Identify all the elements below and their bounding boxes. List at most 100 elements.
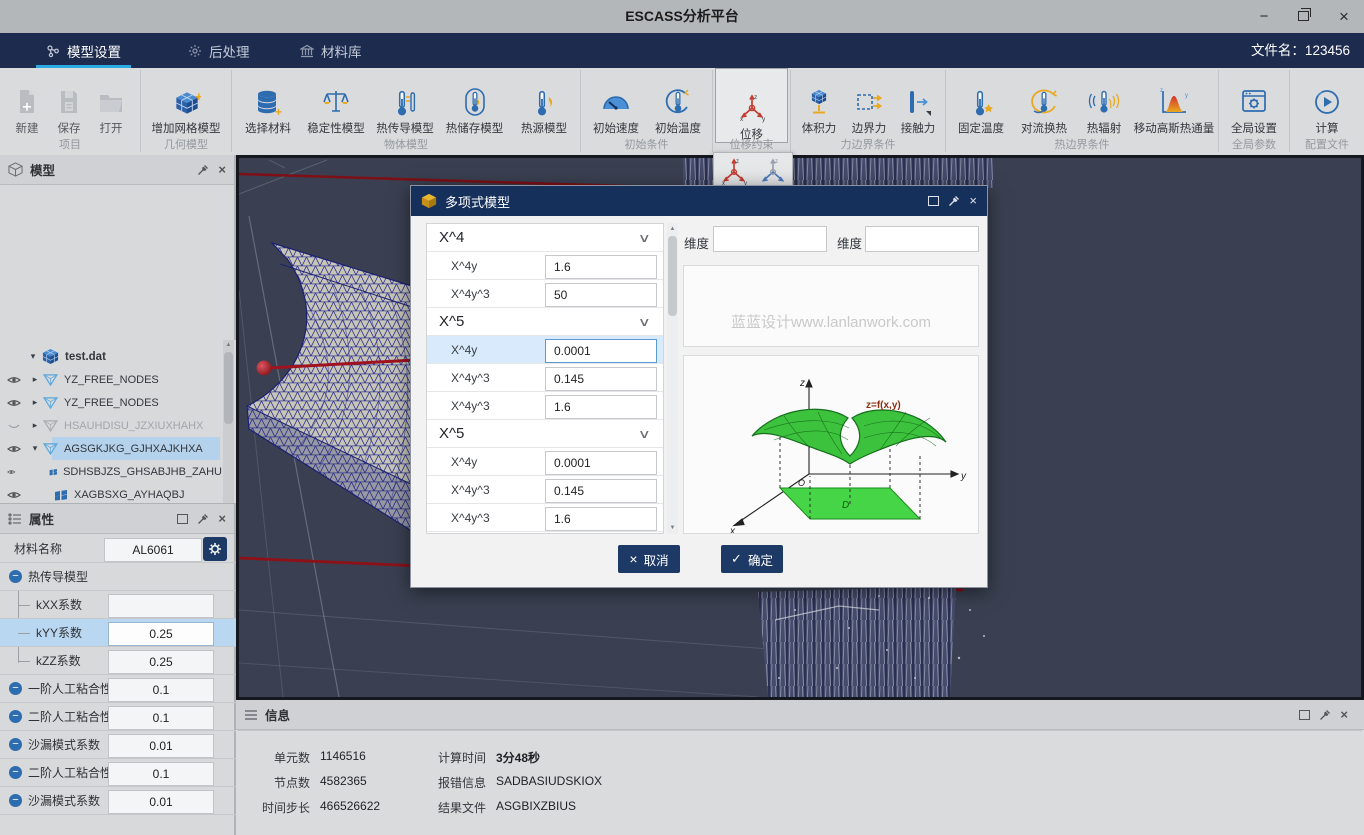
save-button[interactable]: 保存 [50,72,88,136]
property-input[interactable] [108,762,214,786]
tree-root[interactable]: ▾ test.dat [0,345,222,368]
dimension-input-1[interactable] [713,226,827,252]
ribbon-toolbar: 新建 保存 打开 项目 + 增加网格模型 几何模型 + [0,68,1364,156]
initial-temperature-button[interactable]: 初始温度 [649,72,707,136]
displacement-triad-blue-icon[interactable]: z [757,157,789,187]
kyy-input[interactable] [108,622,214,646]
term-value-input[interactable] [545,395,657,419]
displacement-triad-red-icon[interactable]: z x y [718,157,750,187]
body-force-button[interactable]: 体积力 [795,72,843,136]
watermark-text: 蓝蓝设计www.lanlanwork.com [731,311,931,332]
heat-source-model-button[interactable]: 热源模型 [513,72,575,136]
term-value-input[interactable] [545,507,657,531]
kzz-input[interactable] [108,650,214,674]
contact-force-button[interactable]: 接触力 [895,72,941,136]
close-panel-icon[interactable]: × [218,513,226,525]
property-input[interactable] [108,706,214,730]
stability-model-button[interactable]: 稳定性模型 [303,72,369,136]
expand-icon[interactable]: ▸ [30,397,40,408]
close-panel-icon[interactable]: × [218,164,226,176]
expand-icon[interactable]: ▾ [30,443,40,454]
close-button[interactable]: × [1324,0,1364,33]
tree-item[interactable]: SDHSBJZS_GHSABJHB_ZAHU [0,460,222,483]
eye-icon[interactable] [7,375,21,385]
boundary-force-button[interactable]: 边界力 [845,72,893,136]
property-row: − 二阶人工粘合性 [0,759,236,787]
restore-button[interactable] [1284,0,1324,33]
maximize-panel-icon[interactable] [177,514,188,524]
term-value-input[interactable] [545,367,657,391]
tree-item[interactable]: ▸ HSAUHDISU_JZXIUXHAHX [0,414,222,437]
term-value-input[interactable] [545,339,657,363]
tab-model-setup[interactable]: 模型设置 [46,33,121,68]
tree-item[interactable]: ▸ YZ_FREE_NODES [0,391,222,414]
compute-button[interactable]: 计算 [1298,72,1356,136]
global-settings-button[interactable]: 全局设置 [1223,72,1285,136]
pin-icon[interactable] [948,195,960,207]
term-section-header[interactable]: X^4 ∨ [427,224,663,252]
kxx-input[interactable] [108,594,214,618]
close-dialog-icon[interactable]: × [969,195,977,207]
term-value-input[interactable] [545,283,657,307]
dialog-header[interactable]: 多项式模型 × [411,186,987,216]
svg-text:y: y [762,116,766,123]
term-row: X^4y^3 [427,364,663,392]
close-panel-icon[interactable]: × [1340,709,1348,721]
minimize-button[interactable]: − [1244,0,1284,33]
pin-icon[interactable] [197,513,209,525]
tree-item[interactable]: ▸ YZ_FREE_NODES [0,368,222,391]
cancel-button[interactable]: × 取消 [618,545,680,573]
pin-icon[interactable] [1319,709,1331,721]
displacement-button[interactable]: zxy 位移 [716,69,787,142]
eye-icon[interactable] [7,398,21,408]
property-input[interactable] [108,790,214,814]
heat-storage-model-button[interactable]: 热储存模型 [441,72,508,136]
element-count-value: 1146516 [320,749,366,763]
maximize-panel-icon[interactable] [1299,710,1310,720]
eye-icon[interactable] [7,490,21,500]
info-panel-header: 信息 × [236,700,1364,730]
scroll-up-icon[interactable]: ▲ [667,224,678,234]
maximize-dialog-icon[interactable] [928,196,939,206]
term-value-input[interactable] [545,255,657,279]
material-settings-button[interactable] [203,537,227,561]
scroll-down-icon[interactable]: ▼ [667,523,678,533]
material-name-input[interactable] [104,538,202,562]
new-button[interactable]: 新建 [8,72,46,136]
scrollbar-thumb[interactable] [668,236,677,316]
model-panel-header: 模型 × [0,155,234,185]
heat-conduction-model-button[interactable]: 热传导模型 [372,72,438,136]
select-material-button[interactable]: + 选择材料 [237,72,299,136]
tab-material-library[interactable]: 材料库 [300,33,362,68]
property-input[interactable] [108,678,214,702]
tree-item-selected[interactable]: ▾ AGSGKJKG_GJHXAJKHXA [0,437,222,460]
initial-velocity-icon [600,87,632,117]
section-heat-conduction[interactable]: − 热传导模型 [0,563,236,591]
expand-icon[interactable]: ▾ [28,351,38,362]
eye-icon[interactable] [7,444,21,454]
fixed-temperature-button[interactable]: 固定温度 [952,72,1010,136]
eye-icon[interactable] [7,467,16,477]
gauss-heat-flux-button[interactable]: zy 移动高斯热通量 [1134,72,1214,136]
pin-icon[interactable] [197,164,209,176]
expand-icon[interactable]: ▸ [30,420,40,431]
open-button[interactable]: 打开 [92,72,130,136]
initial-velocity-button[interactable]: 初始速度 [587,72,645,136]
term-value-input[interactable] [545,451,657,475]
ok-button[interactable]: ✓ 确定 [721,545,783,573]
term-section-header[interactable]: X^5 ∨ [427,420,663,448]
convection-button[interactable]: 对流换热 [1014,72,1074,136]
tab-postprocess[interactable]: 后处理 [188,33,250,68]
eye-closed-icon[interactable] [7,421,21,431]
term-value-input[interactable] [545,479,657,503]
contact-force-icon [904,87,932,117]
expand-icon[interactable]: ▸ [30,374,40,385]
info-panel: 信息 × 单元数 1146516 节点数 4582365 时间步长 466526… [236,700,1364,835]
add-mesh-model-button[interactable]: + 增加网格模型 [143,72,229,136]
dimension-input-2[interactable] [865,226,979,252]
property-input[interactable] [108,734,214,758]
term-section-header[interactable]: X^5 ∨ [427,308,663,336]
radiation-button[interactable]: 热辐射 [1078,72,1130,136]
scroll-up-icon[interactable]: ▲ [223,340,234,350]
scrollbar-thumb[interactable] [224,352,233,424]
